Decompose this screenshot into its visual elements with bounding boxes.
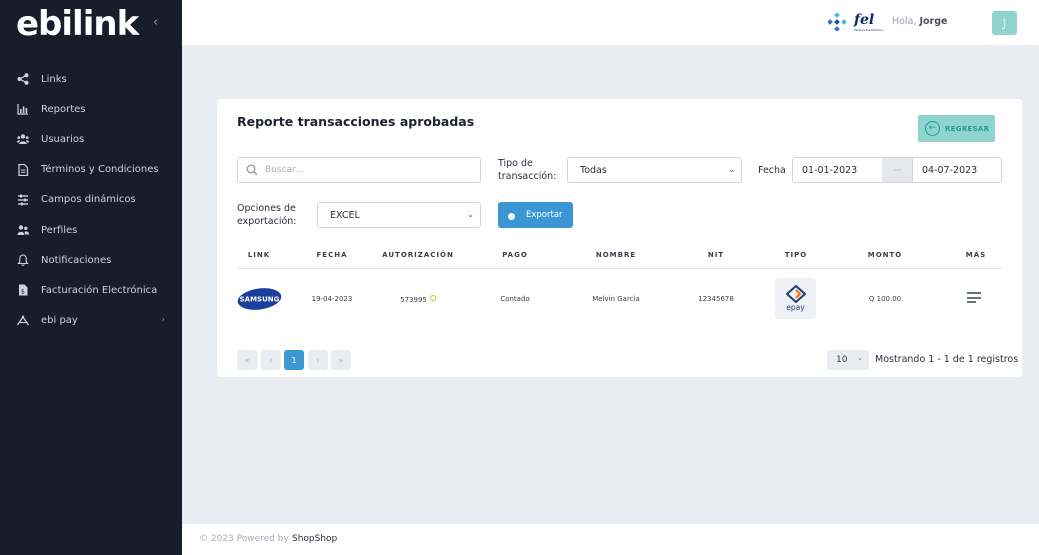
- sidebar-item-label: Reportes: [41, 103, 86, 115]
- sidebar-nav: Links Reportes Usuarios Términos y Condi…: [0, 64, 182, 336]
- epay-logo: epay: [775, 278, 816, 319]
- sidebar-item-links[interactable]: Links: [0, 64, 182, 94]
- bar-chart-icon: [17, 103, 29, 115]
- column-header-mas: MÁS: [965, 251, 987, 259]
- top-header: fel Factura Electrónica Hola, Jorge J: [182, 0, 1039, 45]
- svg-text:$: $: [21, 289, 25, 296]
- column-header-link[interactable]: LINK: [248, 251, 270, 259]
- last-page-button[interactable]: »: [331, 350, 351, 370]
- column-header-nombre[interactable]: NOMBRE: [596, 251, 636, 259]
- sidebar-item-label: Perfiles: [41, 224, 78, 236]
- page-1-button[interactable]: 1: [284, 350, 304, 370]
- cell-nit: 12345678: [698, 295, 734, 303]
- sidebar-item-terminos[interactable]: Términos y Condiciones: [0, 155, 182, 185]
- sidebar-item-campos[interactable]: Campos dinámicos: [0, 185, 182, 215]
- epay-mark-icon: [785, 285, 806, 303]
- row-menu-icon[interactable]: [967, 292, 981, 305]
- sidebar-item-facturacion[interactable]: $ Facturación Electrónica: [0, 275, 182, 305]
- collapse-sidebar-icon[interactable]: ‹: [153, 15, 158, 30]
- sidebar: ebilink ‹ Links Reportes Usuarios Términ: [0, 0, 182, 555]
- transaction-type-label: Tipo de transacción:: [498, 158, 557, 182]
- status-dot-icon: [429, 295, 436, 301]
- export-options-label: Opciones de exportación:: [237, 203, 297, 227]
- users-icon: [17, 133, 29, 145]
- column-header-monto[interactable]: MONTO: [868, 251, 903, 259]
- sidebar-item-reportes[interactable]: Reportes: [0, 94, 182, 124]
- back-button-label: REGRESAR: [945, 124, 990, 133]
- footer: © 2023 Powered by ShopShop: [182, 524, 1039, 555]
- sidebar-item-label: Notificaciones: [41, 254, 112, 266]
- invoice-icon: $: [17, 284, 29, 296]
- logo-text: ebilink: [16, 4, 139, 44]
- column-header-nit[interactable]: NIT: [708, 251, 724, 259]
- cell-nombre: Melvin Garcia: [592, 295, 640, 303]
- sidebar-item-label: Links: [41, 73, 67, 85]
- samsung-logo: SAMSUNG: [237, 287, 282, 311]
- arrow-left-circle-icon: ←: [925, 121, 940, 136]
- cell-fecha: 19-04-2023: [311, 295, 353, 303]
- back-button[interactable]: ← REGRESAR: [918, 115, 995, 142]
- export-dot-icon: [508, 213, 515, 220]
- filter-icon: [17, 194, 29, 206]
- date-label: Fecha: [758, 165, 786, 176]
- apps-diamond-icon[interactable]: [827, 12, 847, 32]
- sidebar-item-label: Términos y Condiciones: [41, 164, 159, 176]
- next-page-button[interactable]: ›: [308, 350, 328, 370]
- sidebar-item-label: Usuarios: [41, 133, 85, 145]
- cell-autorizacion: 573995: [400, 295, 436, 304]
- export-button[interactable]: Exportar: [498, 202, 573, 228]
- sidebar-item-notificaciones[interactable]: Notificaciones: [0, 245, 182, 275]
- chevron-down-icon: ⌄: [728, 165, 735, 174]
- report-card: Reporte transacciones aprobadas ← REGRES…: [217, 99, 1022, 377]
- avatar[interactable]: J: [992, 11, 1017, 35]
- column-header-autorizacion[interactable]: AUTORIZACIÓN: [382, 251, 454, 259]
- chevron-down-icon: ⌄: [467, 210, 474, 219]
- chevron-right-icon: ›: [161, 314, 165, 325]
- sidebar-item-usuarios[interactable]: Usuarios: [0, 124, 182, 154]
- user-name: Jorge: [919, 16, 948, 27]
- sidebar-item-perfiles[interactable]: Perfiles: [0, 215, 182, 245]
- export-button-label: Exportar: [526, 210, 563, 220]
- search-box: [237, 157, 481, 183]
- cell-pago: Contado: [500, 295, 530, 303]
- sidebar-item-label: Campos dinámicos: [41, 194, 136, 206]
- search-icon: [246, 164, 258, 176]
- transaction-type-select[interactable]: Todas ⌄: [567, 157, 742, 183]
- ebilink-logo[interactable]: ebilink: [16, 4, 139, 44]
- first-page-button[interactable]: «: [237, 350, 257, 370]
- export-format-select[interactable]: EXCEL ⌄: [317, 202, 481, 228]
- page-title: Reporte transacciones aprobadas: [237, 114, 475, 129]
- prev-page-button[interactable]: ‹: [261, 350, 281, 370]
- svg-text:SAMSUNG: SAMSUNG: [240, 295, 280, 303]
- cell-monto: Q 100.00: [868, 295, 902, 303]
- chevron-down-icon: ⌄: [857, 354, 863, 362]
- fel-logo: fel Factura Electrónica: [854, 12, 883, 32]
- date-from-input[interactable]: 01-01-2023: [792, 157, 883, 183]
- date-to-input[interactable]: 04-07-2023: [912, 157, 1002, 183]
- ebipay-icon: [17, 315, 29, 327]
- records-summary: Mostrando 1 - 1 de 1 registros: [875, 354, 1019, 365]
- transaction-type-value: Todas: [580, 164, 607, 176]
- document-icon: [17, 163, 29, 176]
- column-header-tipo[interactable]: TIPO: [785, 251, 807, 259]
- date-range-separator: ···: [882, 157, 913, 183]
- page-size-value: 10: [836, 355, 848, 365]
- sidebar-item-label: Facturación Electrónica: [41, 284, 158, 296]
- bell-icon: [17, 254, 29, 267]
- sidebar-item-label: ebi pay: [41, 315, 78, 327]
- search-input[interactable]: [265, 165, 465, 175]
- sidebar-item-ebipay[interactable]: ebi pay ›: [0, 306, 182, 336]
- profiles-icon: [17, 224, 29, 236]
- footer-brand-link[interactable]: ShopShop: [292, 534, 337, 544]
- user-greeting: Hola, Jorge: [892, 16, 948, 27]
- share-icon: [17, 73, 29, 85]
- footer-text: © 2023 Powered by: [199, 534, 289, 544]
- export-format-value: EXCEL: [330, 209, 360, 221]
- column-header-pago[interactable]: PAGO: [502, 251, 528, 259]
- page-size-select[interactable]: 10 ⌄: [827, 350, 869, 370]
- column-header-fecha[interactable]: FECHA: [317, 251, 348, 259]
- table-header-divider: [237, 268, 1002, 269]
